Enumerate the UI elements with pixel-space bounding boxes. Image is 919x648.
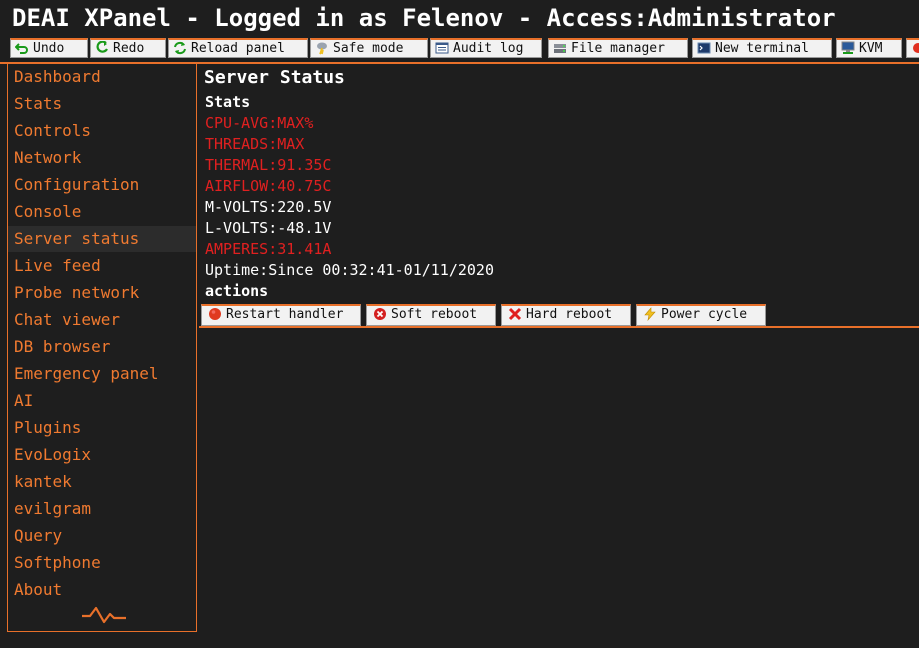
actions-heading: actions [205, 282, 269, 300]
page-title: Server Status [204, 67, 345, 88]
undo-label: Undo [33, 41, 65, 56]
red-x-circle-icon [373, 307, 387, 321]
sidebar-item-live-feed[interactable]: Live feed [8, 253, 196, 279]
stat-uptime: Uptime:Since 00:32:41-01/11/2020 [205, 261, 494, 279]
soft-reboot-button[interactable]: Soft reboot [366, 304, 496, 326]
sidebar-item-server-status[interactable]: Server status [8, 226, 196, 252]
red-circle-icon [208, 307, 222, 321]
red-x-icon [508, 307, 522, 321]
audit-log-label: Audit log [453, 41, 524, 56]
sidebar-item-plugins[interactable]: Plugins [8, 415, 196, 441]
stats-heading: Stats [205, 93, 251, 111]
sidebar-item-ai[interactable]: AI [8, 388, 196, 414]
sidebar: Dashboard Stats Controls Network Configu… [7, 64, 197, 632]
sidebar-item-evologix[interactable]: EvoLogix [8, 442, 196, 468]
sidebar-item-probe-network[interactable]: Probe network [8, 280, 196, 306]
undo-button[interactable]: Undo [10, 38, 88, 58]
new-terminal-button[interactable]: New terminal [692, 38, 832, 58]
kvm-button[interactable]: KVM [836, 38, 902, 58]
sidebar-item-chat-viewer[interactable]: Chat viewer [8, 307, 196, 333]
main-content: Server Status Stats CPU-AVG:MAX% THREADS… [199, 64, 919, 648]
sidebar-item-network[interactable]: Network [8, 145, 196, 171]
sidebar-item-query[interactable]: Query [8, 523, 196, 549]
sidebar-item-evilgram[interactable]: evilgram [8, 496, 196, 522]
sidebar-item-stats[interactable]: Stats [8, 91, 196, 117]
stat-airflow: AIRFLOW:40.75C [205, 177, 332, 195]
restart-handler-label: Restart handler [226, 307, 344, 322]
audit-log-button[interactable]: Audit log [430, 38, 542, 58]
reload-icon [173, 41, 187, 55]
hard-reboot-label: Hard reboot [526, 307, 613, 322]
sidebar-item-softphone[interactable]: Softphone [8, 550, 196, 576]
file-manager-label: File manager [571, 41, 665, 56]
sidebar-item-dashboard[interactable]: Dashboard [8, 64, 196, 90]
safe-mode-label: Safe mode [333, 41, 404, 56]
heartbeat-logo-icon [80, 604, 128, 626]
redo-icon [95, 40, 109, 55]
stat-m-volts: M-VOLTS:220.5V [205, 198, 332, 216]
audit-log-icon [435, 41, 449, 55]
power-cycle-label: Power cycle [661, 307, 748, 322]
undo-icon [14, 41, 29, 55]
toolbar: Undo Redo Reload panel Safe mode Audit l… [0, 36, 919, 64]
reload-panel-button[interactable]: Reload panel [168, 38, 308, 58]
sidebar-item-configuration[interactable]: Configuration [8, 172, 196, 198]
power-cycle-button[interactable]: Power cycle [636, 304, 766, 326]
stat-cpu-avg: CPU-AVG:MAX% [205, 114, 314, 132]
kvm-label: KVM [859, 41, 883, 56]
sidebar-item-emergency-panel[interactable]: Emergency panel [8, 361, 196, 387]
file-manager-button[interactable]: File manager [548, 38, 688, 58]
sidebar-item-about[interactable]: About [8, 577, 196, 603]
lightning-icon [643, 307, 657, 322]
safe-mode-icon [315, 41, 329, 55]
safe-mode-button[interactable]: Safe mode [310, 38, 428, 58]
kvm-icon [841, 41, 855, 55]
red-circle-icon [911, 41, 919, 55]
stat-l-volts: L-VOLTS:-48.1V [205, 219, 332, 237]
sidebar-item-kantek[interactable]: kantek [8, 469, 196, 495]
actions-bar: Restart handler Soft reboot Hard reboot … [199, 304, 919, 328]
terminal-icon [697, 41, 711, 55]
sidebar-item-db-browser[interactable]: DB browser [8, 334, 196, 360]
reload-panel-label: Reload panel [191, 41, 285, 56]
soft-reboot-label: Soft reboot [391, 307, 478, 322]
redo-label: Redo [113, 41, 145, 56]
window-title: DEAI XPanel - Logged in as Felenov - Acc… [12, 4, 836, 32]
toolbar-overflow-button[interactable] [906, 38, 919, 58]
stat-thermal: THERMAL:91.35C [205, 156, 332, 174]
restart-handler-button[interactable]: Restart handler [201, 304, 361, 326]
hard-reboot-button[interactable]: Hard reboot [501, 304, 631, 326]
stat-threads: THREADS:MAX [205, 135, 305, 153]
sidebar-item-console[interactable]: Console [8, 199, 196, 225]
stat-amperes: AMPERES:31.41A [205, 240, 332, 258]
new-terminal-label: New terminal [715, 41, 809, 56]
file-manager-icon [553, 41, 567, 55]
sidebar-item-controls[interactable]: Controls [8, 118, 196, 144]
redo-button[interactable]: Redo [90, 38, 166, 58]
